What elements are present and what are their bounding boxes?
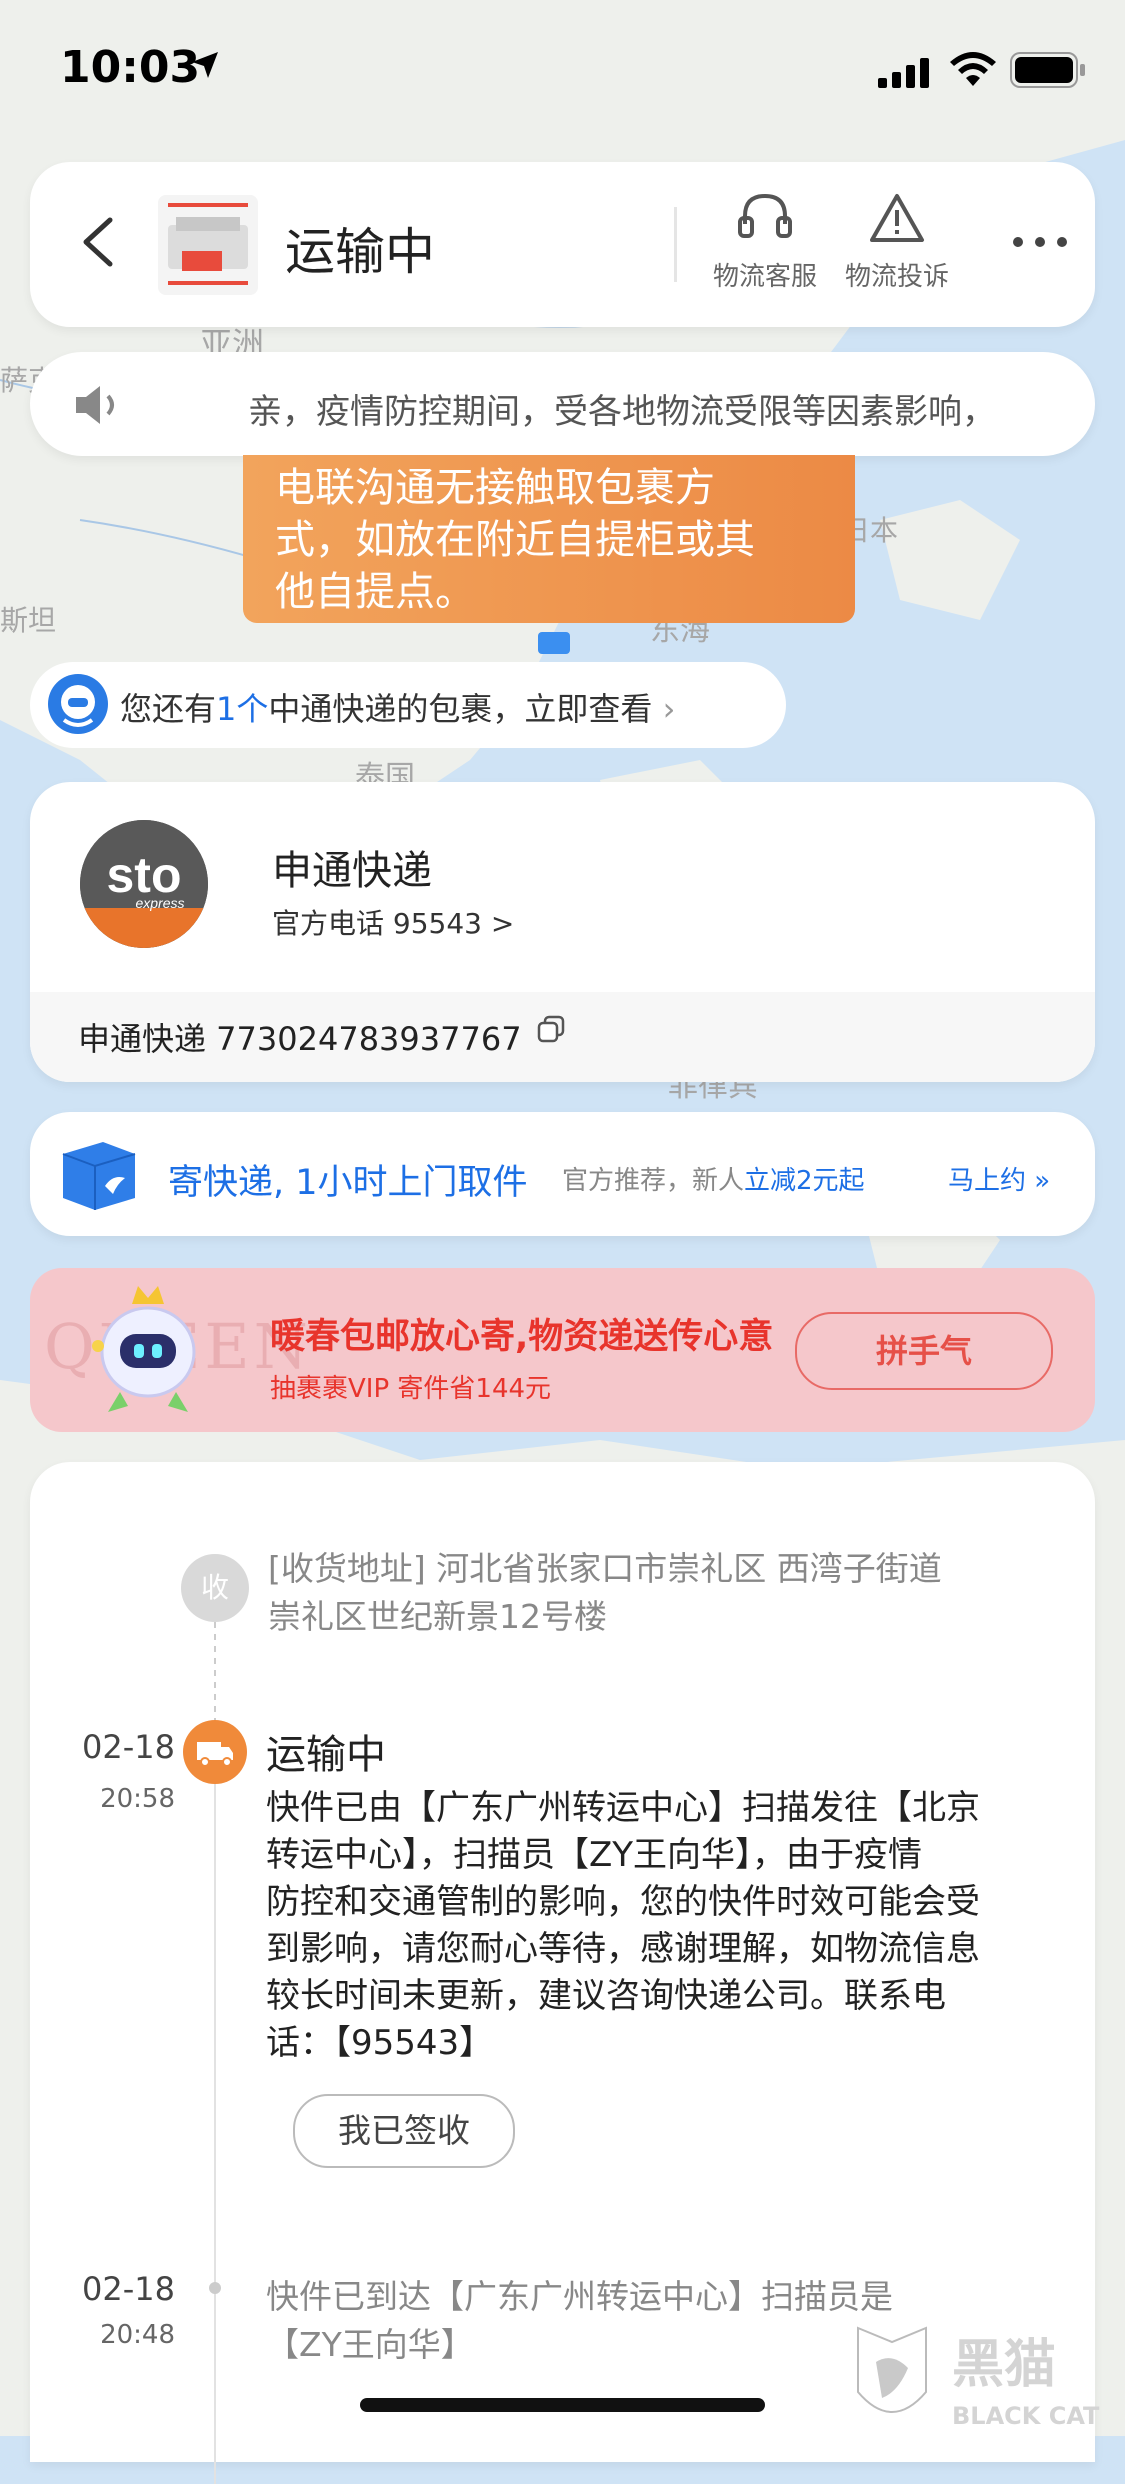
chevron-right-icon: › — [662, 690, 676, 728]
promo-subtitle: 抽裹裹VIP 寄件省144元 — [270, 1374, 552, 1404]
home-indicator[interactable] — [360, 2398, 765, 2412]
delivery-address-line: [收货地址] 河北省张家口市崇礼区 西湾子街道 — [268, 1549, 942, 1588]
watermark-cn: 黑猫 — [952, 2335, 1056, 2395]
try-luck-button[interactable]: 拼手气 — [795, 1312, 1053, 1390]
delivery-address-line: 崇礼区世纪新景12号楼 — [268, 1597, 607, 1636]
copy-icon[interactable] — [536, 1014, 566, 1044]
more-options-icon[interactable] — [1010, 232, 1070, 252]
promo-title: 暖春包邮放心寄,物资递送传心意 — [270, 1317, 774, 1357]
tooltip-line: 式，如放在附近自提柜或其 — [275, 517, 755, 563]
other-package-prompt[interactable]: 您还有1个中通快递的包裹，立即查看 › — [30, 662, 786, 748]
promo-banner[interactable]: QUEEN 暖春包邮放心寄,物资递送传心意 抽裹裹VIP 寄件省144元 拼手气 — [30, 1268, 1095, 1432]
logistics-service-label: 物流客服 — [712, 262, 817, 292]
courier-name: 申通快递 — [272, 848, 432, 894]
double-chevron-icon: » — [1034, 1166, 1051, 1196]
send-sub-prefix: 官方推荐，新人 — [562, 1166, 745, 1196]
event-time: 20:48 — [100, 2320, 175, 2350]
black-cat-watermark: 黑猫 BLACK CAT — [857, 2326, 1100, 2430]
logistics-timeline: 收 [收货地址] 河北省张家口市崇礼区 西湾子街道 崇礼区世纪新景12号楼 02… — [30, 1462, 1095, 2484]
courier-card: sto express 申通快递 官方电话 95543 > 申通快递 77302… — [30, 782, 1095, 1082]
logistics-service-button[interactable]: 物流客服 — [705, 190, 825, 293]
event-time: 20:58 — [100, 1784, 175, 1814]
book-now-label: 马上约 — [948, 1166, 1027, 1196]
header-card: 运输中 物流客服 物流投诉 — [30, 162, 1095, 327]
sto-logo: sto express — [80, 820, 208, 948]
event-date: 02-18 — [82, 1728, 175, 1766]
sto-logo-subtext: express — [135, 895, 184, 911]
book-now-link[interactable]: 马上约 » — [948, 1160, 1050, 1197]
receive-badge: 收 — [181, 1554, 249, 1622]
header-divider — [674, 207, 677, 282]
back-icon[interactable] — [70, 212, 130, 272]
event-detail-line: 防控和交通管制的影响，您的快件时效可能会受 — [266, 1882, 980, 1922]
send-express-title: 寄快递, 1小时上门取件 — [168, 1163, 528, 1203]
send-sub-highlight: 立减2元起 — [744, 1166, 865, 1196]
package-prefix: 您还有 — [120, 690, 217, 728]
other-package-text: 您还有1个中通快递的包裹，立即查看 › — [120, 684, 675, 730]
speaker-icon — [76, 386, 114, 424]
package-count: 1个 — [216, 690, 269, 728]
battery-icon — [1010, 52, 1085, 88]
courier-phone-link[interactable]: 官方电话 95543 > — [272, 902, 514, 942]
logistics-complaint-label: 物流投诉 — [844, 262, 949, 292]
robot-mascot-icon — [92, 1286, 196, 1412]
status-time: 10:03 — [60, 42, 201, 93]
event-detail-line: 快件已由【广东广州转运中心】扫描发往【北京 — [266, 1788, 980, 1828]
headset-icon — [738, 193, 792, 238]
event-detail-line: 到影响，请您耐心等待，感谢理解，如物流信息 — [266, 1929, 980, 1969]
wifi-icon — [950, 52, 996, 86]
event-detail-line: 转运中心】，扫描员【ZY王向华】，由于疫情 — [266, 1835, 923, 1875]
event-detail-line: 话：【95543】 — [266, 2023, 494, 2063]
event-detail-line: 快件已到达【广东广州转运中心】扫描员是 — [266, 2277, 893, 2316]
map-tooltip: 电联沟通无接触取包裹方 式，如放在附近自提柜或其 他自提点。 — [243, 455, 855, 623]
logistics-complaint-button[interactable]: 物流投诉 — [837, 190, 957, 293]
timeline-dot — [209, 2282, 221, 2294]
location-arrow-icon — [192, 52, 218, 78]
tooltip-line: 他自提点。 — [275, 569, 475, 615]
timeline-connector — [214, 1622, 216, 1722]
notice-bar[interactable]: 亲，疫情防控期间，受各地物流受限等因素影响， — [30, 352, 1095, 456]
page-title: 运输中 — [285, 223, 435, 281]
cellular-signal-icon — [878, 58, 929, 88]
package-suffix: 中通快递的包裹，立即查看 — [268, 690, 653, 728]
parcel-box-icon — [62, 1142, 136, 1210]
timeline-connector — [214, 1784, 216, 2484]
product-thumbnail[interactable] — [158, 195, 258, 295]
confirm-received-button[interactable]: 我已签收 — [293, 2094, 515, 2168]
send-express-banner[interactable]: 寄快递, 1小时上门取件 官方推荐，新人立减2元起 马上约 » — [30, 1112, 1095, 1236]
map-label-stan: 斯坦 — [0, 604, 56, 637]
tracking-number: 申通快递 773024783937767 — [78, 1020, 522, 1058]
zto-logo-icon — [48, 674, 108, 734]
notice-text: 亲，疫情防控期间，受各地物流受限等因素影响， — [248, 392, 996, 432]
truck-icon — [183, 1720, 247, 1784]
event-status-title: 运输中 — [266, 1732, 386, 1778]
send-express-subtitle: 官方推荐，新人立减2元起 — [562, 1160, 865, 1197]
event-date: 02-18 — [82, 2270, 175, 2308]
status-bar: 10:03 — [0, 0, 1125, 140]
warning-icon — [870, 194, 924, 242]
event-detail-line: 较长时间未更新，建议咨询快递公司。联系电 — [266, 1976, 946, 2016]
tooltip-line: 电联沟通无接触取包裹方 — [275, 465, 715, 511]
watermark-en: BLACK CAT — [952, 2402, 1100, 2430]
map-truck-marker — [538, 632, 570, 654]
event-detail-line: 【ZY王向华】 — [266, 2325, 474, 2364]
